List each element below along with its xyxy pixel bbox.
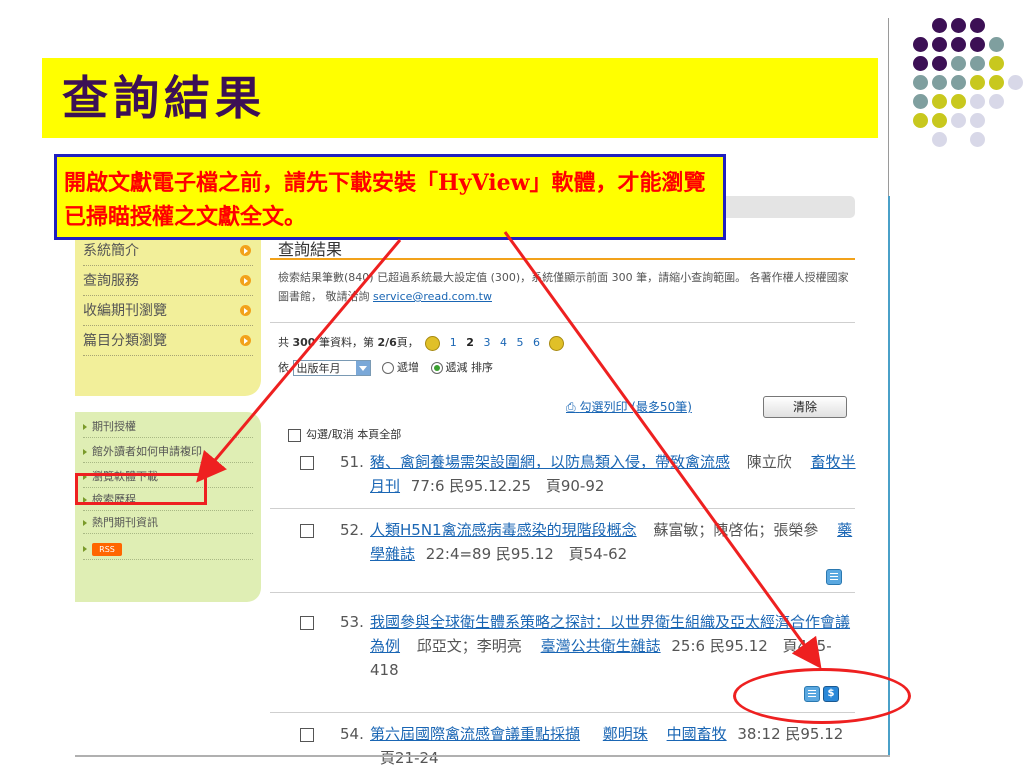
annotation-arrows — [196, 231, 822, 669]
arrow-to-fulltext-icons — [503, 231, 822, 669]
arrow-to-viewer-download — [196, 239, 402, 483]
